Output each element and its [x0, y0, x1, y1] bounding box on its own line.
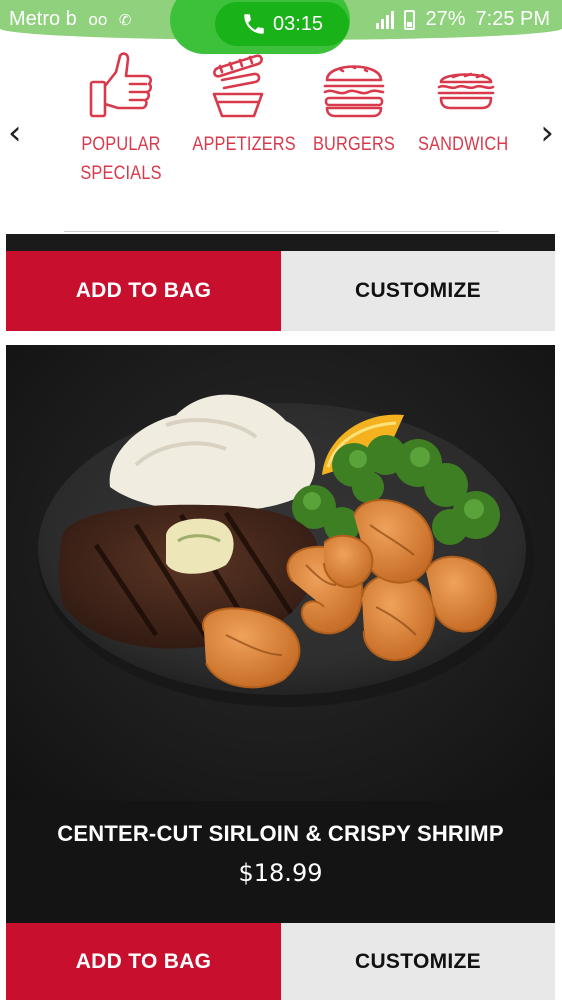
call-timer: 03:15 [272, 12, 324, 35]
item-actions: ADD TO BAG CUSTOMIZE [6, 251, 555, 331]
clock: 7:25 PM [475, 8, 550, 30]
thumbs-up-icon [89, 52, 153, 118]
customize-button[interactable]: CUSTOMIZE [281, 923, 555, 1000]
product-image[interactable] [6, 345, 555, 801]
category-sandwich[interactable]: SANDWICH [418, 50, 514, 159]
category-label-line1: POPULAR [81, 134, 161, 155]
status-left: Metro b oo ✆ [9, 8, 131, 31]
status-right: 27% 7:25 PM [376, 8, 550, 31]
active-call-pill[interactable]: 03:15 [215, 2, 349, 46]
carrier-name: Metro b [9, 8, 77, 30]
category-label: POPULAR SPECIALS [79, 130, 163, 188]
burger-icon [323, 65, 385, 118]
category-label: SANDWICH [418, 130, 509, 159]
item-actions: ADD TO BAG CUSTOMIZE [6, 923, 555, 1000]
category-appetizers[interactable]: APPETIZERS [185, 50, 296, 159]
category-label: BURGERS [312, 130, 396, 159]
add-to-bag-button[interactable]: ADD TO BAG [6, 251, 281, 331]
status-bar: Metro b oo ✆ 03:15 27% 7:25 PM [0, 0, 562, 54]
sirloin-shrimp-plate-image [38, 394, 534, 707]
battery-percent: 27% [425, 8, 466, 30]
appetizer-basket-icon [212, 54, 264, 118]
product-price: $18.99 [238, 859, 323, 887]
category-label: APPETIZERS [192, 130, 296, 159]
chevron-right-icon[interactable]: › [540, 116, 554, 150]
battery-icon [404, 9, 416, 30]
category-popular-specials[interactable]: POPULAR SPECIALS [72, 50, 170, 188]
previous-item-image-edge [6, 234, 555, 251]
phone-icon [244, 14, 264, 34]
category-label-line2: SPECIALS [80, 163, 162, 184]
voicemail-icon: oo [88, 10, 108, 29]
product-caption: CENTER-CUT SIRLOIN & CRISPY SHRIMP $18.9… [6, 801, 555, 923]
sandwich-icon [437, 72, 495, 110]
category-burgers[interactable]: BURGERS [305, 50, 403, 159]
category-nav: ‹ POPULAR SPECIALS APPETIZERS BURGERS SA… [0, 44, 562, 200]
nav-divider [64, 231, 499, 232]
product-name: CENTER-CUT SIRLOIN & CRISPY SHRIMP [57, 821, 504, 846]
chevron-left-icon[interactable]: ‹ [8, 116, 22, 150]
category-label-line1: BURGERS [312, 134, 396, 155]
category-label-line1: SANDWICH [418, 134, 509, 155]
add-to-bag-button[interactable]: ADD TO BAG [6, 923, 281, 1000]
customize-button[interactable]: CUSTOMIZE [281, 251, 555, 331]
signal-icon [376, 10, 395, 29]
category-label-line1: APPETIZERS [192, 134, 296, 155]
hd-call-icon: ✆ [118, 12, 132, 29]
